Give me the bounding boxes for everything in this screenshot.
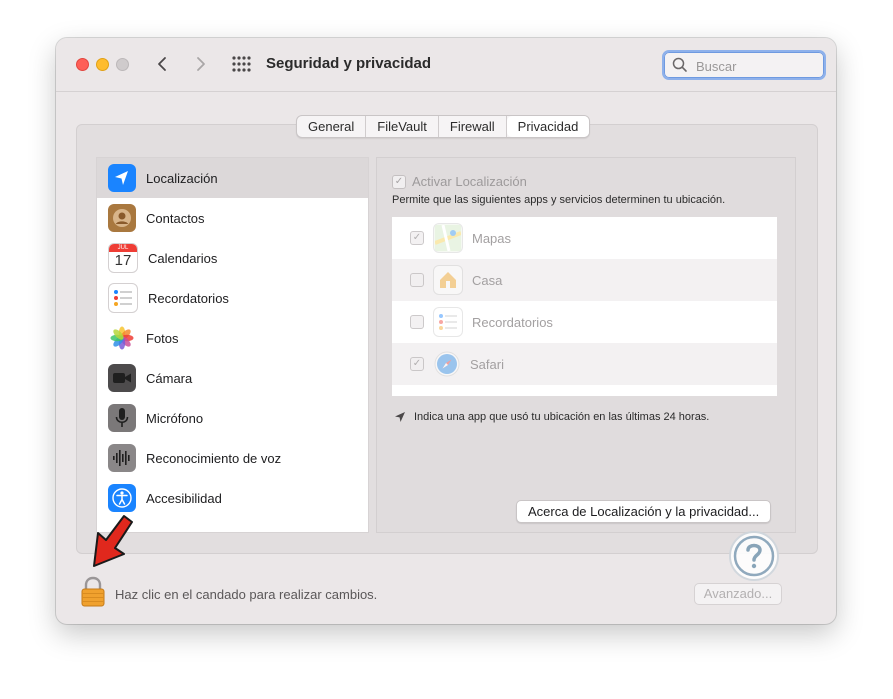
checkbox-icon: ✓ [392, 174, 406, 189]
contacts-icon [108, 204, 136, 232]
tab-filevault[interactable]: FileVault [366, 116, 439, 137]
show-all-grid-button[interactable] [232, 56, 252, 72]
location-arrow-icon [395, 412, 405, 422]
activate-location-label: Activar Localización [412, 174, 527, 189]
sidebar-item-label: Fotos [146, 330, 179, 346]
app-location-list: ✓ Mapas Casa Recordatorios ✓ Safari [392, 217, 777, 396]
title-bar: Seguridad y privacidad [56, 38, 836, 92]
app-label: Mapas [472, 230, 512, 246]
location-description: Permite que las siguientes apps y servic… [392, 194, 726, 206]
app-checkbox[interactable] [410, 273, 424, 287]
reminders-icon [433, 307, 463, 337]
sidebar-item-reconocimiento-de-voz[interactable]: Reconocimiento de voz [97, 438, 368, 478]
sidebar-item-contactos[interactable]: Contactos [97, 198, 368, 238]
help-watermark-logo [724, 526, 784, 593]
sidebar-item-label: Calendarios [148, 250, 218, 266]
app-row-mapas[interactable]: ✓ Mapas [392, 217, 777, 259]
question-mark-logo-icon [729, 531, 779, 581]
privacy-category-list: Localización Contactos JUL 17 Calendario… [96, 157, 369, 533]
forward-button[interactable] [189, 53, 211, 75]
about-location-privacy-button[interactable]: Acerca de Localización y la privacidad..… [516, 500, 772, 523]
preferences-window: Seguridad y privacidad General FileVault… [56, 38, 836, 624]
sidebar-item-calendarios[interactable]: JUL 17 Calendarios [97, 238, 368, 278]
app-row-safari[interactable]: ✓ Safari [392, 343, 777, 385]
app-label: Safari [470, 356, 504, 372]
close-window-button[interactable] [76, 58, 89, 71]
calendar-icon: JUL 17 [108, 243, 138, 273]
app-row-partial [392, 385, 777, 396]
back-button[interactable] [152, 53, 174, 75]
chevron-left-icon [158, 57, 166, 71]
sidebar-item-accesibilidad[interactable]: Accesibilidad [97, 478, 368, 518]
app-checkbox[interactable]: ✓ [410, 357, 424, 371]
tab-firewall[interactable]: Firewall [439, 116, 507, 137]
chevron-right-icon [197, 57, 205, 71]
search-icon [672, 57, 687, 72]
grid-icon [232, 56, 251, 72]
app-row-recordatorios[interactable]: Recordatorios [392, 301, 777, 343]
app-label: Recordatorios [472, 314, 553, 330]
sidebar-item-microfono[interactable]: Micrófono [97, 398, 368, 438]
hint-text: Indica una app que usó tu ubicación en l… [414, 411, 710, 423]
search-field[interactable] [662, 50, 826, 80]
tab-privacidad[interactable]: Privacidad [506, 116, 590, 137]
lock-instruction-text: Haz clic en el candado para realizar cam… [115, 587, 378, 602]
sidebar-item-label: Cámara [146, 370, 193, 386]
window-title: Seguridad y privacidad [266, 55, 432, 72]
red-arrow-icon [93, 515, 133, 567]
sidebar-item-camara[interactable]: Cámara [97, 358, 368, 398]
tab-bar: General FileVault Firewall Privacidad [296, 115, 591, 138]
activate-location-checkbox[interactable]: ✓ Activar Localización [392, 174, 527, 189]
photos-icon [108, 324, 136, 352]
lock-button[interactable] [80, 576, 106, 613]
app-checkbox[interactable]: ✓ [410, 231, 424, 245]
tab-general[interactable]: General [297, 116, 367, 137]
recent-location-hint: Indica una app que usó tu ubicación en l… [394, 411, 709, 423]
sidebar-item-label: Recordatorios [148, 290, 229, 306]
sidebar-item-label: Localización [146, 170, 218, 186]
sidebar-item-label: Contactos [146, 210, 205, 226]
speech-recognition-icon [108, 444, 136, 472]
zoom-window-button[interactable] [116, 58, 129, 71]
home-icon [433, 265, 463, 295]
lock-icon [81, 576, 105, 607]
sidebar-item-label: Micrófono [146, 410, 204, 426]
minimize-window-button[interactable] [96, 58, 109, 71]
location-arrow-icon [108, 164, 136, 192]
microphone-icon [108, 404, 136, 432]
sidebar-item-localizacion[interactable]: Localización [97, 158, 368, 198]
sidebar-item-recordatorios[interactable]: Recordatorios [97, 278, 368, 318]
annotation-arrow [84, 514, 138, 575]
app-checkbox[interactable] [410, 315, 424, 329]
search-input[interactable] [694, 56, 818, 76]
sidebar-item-fotos[interactable]: Fotos [97, 318, 368, 358]
app-row-casa[interactable]: Casa [392, 259, 777, 301]
camera-icon [108, 364, 136, 392]
sidebar-item-label: Accesibilidad [146, 490, 222, 506]
reminders-icon [108, 283, 138, 313]
sidebar-item-label: Reconocimiento de voz [146, 450, 282, 466]
safari-icon [433, 350, 461, 378]
maps-icon [433, 223, 463, 253]
accessibility-icon [108, 484, 136, 512]
app-label: Casa [472, 272, 503, 288]
